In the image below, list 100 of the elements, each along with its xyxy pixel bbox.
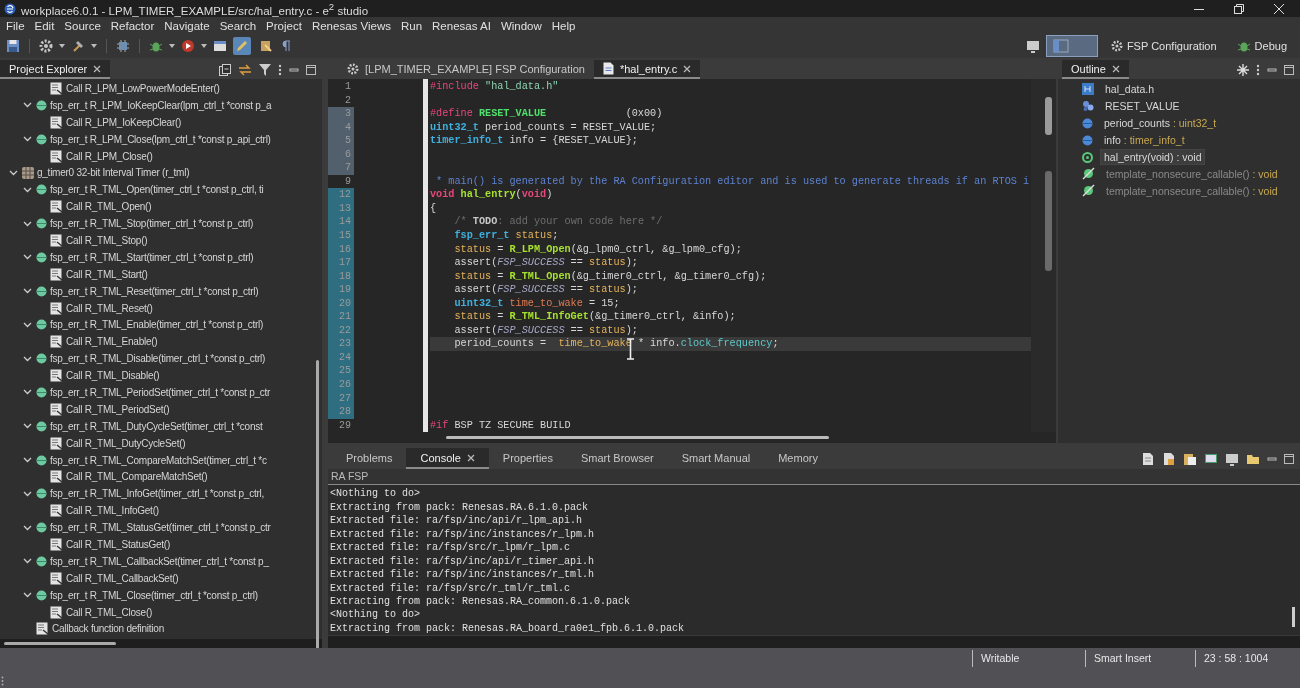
chip-icon[interactable] (116, 39, 130, 53)
chevron-icon[interactable] (23, 524, 32, 531)
tab[interactable]: *hal_entry.c (593, 60, 701, 79)
tab[interactable]: Memory (764, 448, 832, 470)
tree-item[interactable]: fsp_err_t R_TML_CallbackSet(timer_ctrl_t *const p_ (50, 555, 269, 567)
tab[interactable]: Properties (488, 448, 567, 470)
outline-item[interactable]: template_nonsecure_callable() : void (1103, 166, 1281, 181)
chevron-icon[interactable] (23, 321, 32, 328)
menu-item[interactable]: Help (546, 19, 581, 32)
tab[interactable]: Project Explorer (0, 60, 111, 79)
outline-item[interactable]: RESET_VALUE (1102, 99, 1183, 114)
tree-item[interactable]: Call R_TML_Enable() (66, 336, 158, 348)
chevron-icon[interactable] (23, 423, 32, 430)
tree-item[interactable]: fsp_err_t R_LPM_Close(lpm_ctrl_t *const p_api_ctrl) (50, 133, 271, 145)
tree-item[interactable]: Call R_TML_Open() (66, 201, 152, 213)
chevron-icon[interactable] (23, 102, 32, 109)
tree-item[interactable]: g_timer0 32-bit Interval Timer (r_tml) (37, 167, 190, 179)
tree-item[interactable]: Call R_TML_Disable() (66, 370, 160, 382)
scrollbar-thumb[interactable] (1292, 607, 1295, 628)
caret-icon[interactable] (169, 44, 175, 48)
lock-page-icon[interactable] (1162, 451, 1176, 466)
menu-item[interactable]: Renesas AI (427, 19, 496, 32)
outline-item[interactable]: hal_entry(void) : void (1101, 150, 1205, 164)
caret-icon[interactable] (201, 44, 207, 48)
tree-item[interactable]: Call R_LPM_IoKeepClear() (66, 116, 182, 128)
tree-item[interactable]: fsp_err_t R_TML_Disable(timer_ctrl_t *const p_ctrl) (50, 353, 266, 365)
chevron-icon[interactable] (23, 220, 32, 227)
tree-item[interactable]: fsp_err_t R_TML_StatusGet(timer_ctrl_t *const p_ctr (50, 522, 271, 534)
scrollbar-thumb[interactable] (1045, 97, 1052, 135)
tree-item[interactable]: Callback function definition (52, 623, 164, 635)
chevron-icon[interactable] (23, 490, 32, 497)
close-icon[interactable] (466, 453, 475, 462)
tree-item[interactable]: fsp_err_t R_TML_CompareMatchSet(timer_ctrl_t *c (50, 454, 267, 466)
menu-item[interactable]: Project (261, 19, 307, 32)
more-icon[interactable] (278, 63, 282, 76)
tree-item[interactable]: Call R_LPM_Close() (66, 150, 153, 162)
tree-item[interactable]: fsp_err_t R_TML_PeriodSet(timer_ctrl_t *const p_ctr (50, 386, 271, 398)
save-icon[interactable] (6, 39, 20, 53)
chevron-icon[interactable] (23, 558, 32, 565)
close-icon[interactable] (683, 64, 692, 73)
chevron-icon[interactable] (23, 186, 32, 193)
tree-item[interactable]: Call R_TML_StatusGet() (66, 539, 170, 550)
tree-item[interactable]: Call R_TML_Reset() (66, 302, 153, 314)
tree-item[interactable]: fsp_err_t R_TML_Close(timer_ctrl_t *const p_ctrl) (50, 589, 258, 601)
pilcrow-icon[interactable] (281, 40, 291, 52)
link-icon[interactable] (238, 63, 252, 76)
menu-item[interactable]: Refactor (105, 19, 160, 32)
menu-item[interactable]: Search (214, 19, 262, 32)
tree-item[interactable]: Call R_TML_DutyCycleSet() (66, 437, 186, 449)
perspective-button[interactable]: Debug (1229, 35, 1294, 57)
close-icon[interactable] (93, 64, 102, 73)
chevron-icon[interactable] (23, 355, 32, 362)
scrollbar-thumb[interactable] (446, 436, 829, 439)
filter-icon[interactable] (259, 63, 271, 76)
maximize-icon[interactable] (306, 64, 316, 75)
run-icon[interactable] (181, 39, 195, 53)
outline-item[interactable]: info : timer_info_t (1101, 133, 1188, 148)
scrollbar-thumb[interactable] (316, 360, 319, 648)
tab[interactable]: Console (406, 448, 489, 470)
window-icon[interactable] (213, 39, 227, 53)
tree-item[interactable]: Call R_TML_InfoGet() (66, 505, 159, 517)
tree-item[interactable]: fsp_err_t R_TML_Enable(timer_ctrl_t *const p_ctrl) (50, 319, 264, 331)
tab[interactable]: Smart Browser (566, 448, 668, 470)
tree-item[interactable]: fsp_err_t R_LPM_IoKeepClear(lpm_ctrl_t *const p_a (50, 99, 272, 111)
tab[interactable]: Outline (1062, 60, 1129, 79)
tree-item[interactable]: fsp_err_t R_TML_Open(timer_ctrl_t *const p_ctrl, ti (50, 184, 264, 196)
menu-item[interactable]: Source (59, 19, 106, 32)
display-icon[interactable] (1225, 451, 1239, 466)
chevron-icon[interactable] (23, 389, 32, 396)
tree-item[interactable]: fsp_err_t R_TML_Reset(timer_ctrl_t *const p_ctrl) (50, 285, 259, 297)
collapse-all-icon[interactable] (219, 63, 231, 76)
display-icon[interactable] (1025, 39, 1040, 53)
tree-item[interactable]: fsp_err_t R_TML_InfoGet(timer_ctrl_t *const p_ctrl, (50, 488, 264, 500)
outline-item[interactable]: template_nonsecure_callable() : void (1103, 183, 1281, 198)
tab[interactable]: Problems (332, 448, 407, 470)
chevron-icon[interactable] (23, 592, 32, 599)
close-icon[interactable] (1111, 64, 1120, 73)
chevron-icon[interactable] (23, 136, 32, 143)
tree-item[interactable]: fsp_err_t R_TML_Stop(timer_ctrl_t *const p_ctrl) (50, 218, 254, 230)
tree-item[interactable]: fsp_err_t R_TML_DutyCycleSet(timer_ctrl_t *const (50, 420, 263, 432)
chevron-icon[interactable] (23, 288, 32, 295)
tree-item[interactable]: Call R_TML_CallbackSet() (66, 572, 179, 584)
hammer-icon[interactable] (71, 39, 85, 53)
tab[interactable]: [LPM_TIMER_EXAMPLE] FSP Configuration (338, 60, 594, 79)
toggle-button[interactable] (233, 37, 251, 55)
more-icon[interactable] (1256, 63, 1260, 76)
menu-item[interactable]: Navigate (159, 19, 215, 32)
restore-icon[interactable] (1234, 3, 1244, 14)
page-icon[interactable] (1141, 451, 1155, 466)
close-icon[interactable] (1274, 3, 1284, 14)
chevron-icon[interactable] (23, 457, 32, 464)
chevron-icon[interactable] (23, 254, 32, 261)
maximize-icon[interactable] (1284, 453, 1294, 464)
menu-item[interactable]: Edit (29, 19, 60, 32)
perspective-button[interactable]: FSP Configuration (1103, 35, 1224, 57)
monitor-icon[interactable] (1204, 451, 1218, 466)
caret-icon[interactable] (91, 44, 97, 48)
maximize-icon[interactable] (1284, 64, 1294, 75)
menu-item[interactable]: File (1, 19, 30, 32)
menu-item[interactable]: Run (395, 19, 428, 32)
